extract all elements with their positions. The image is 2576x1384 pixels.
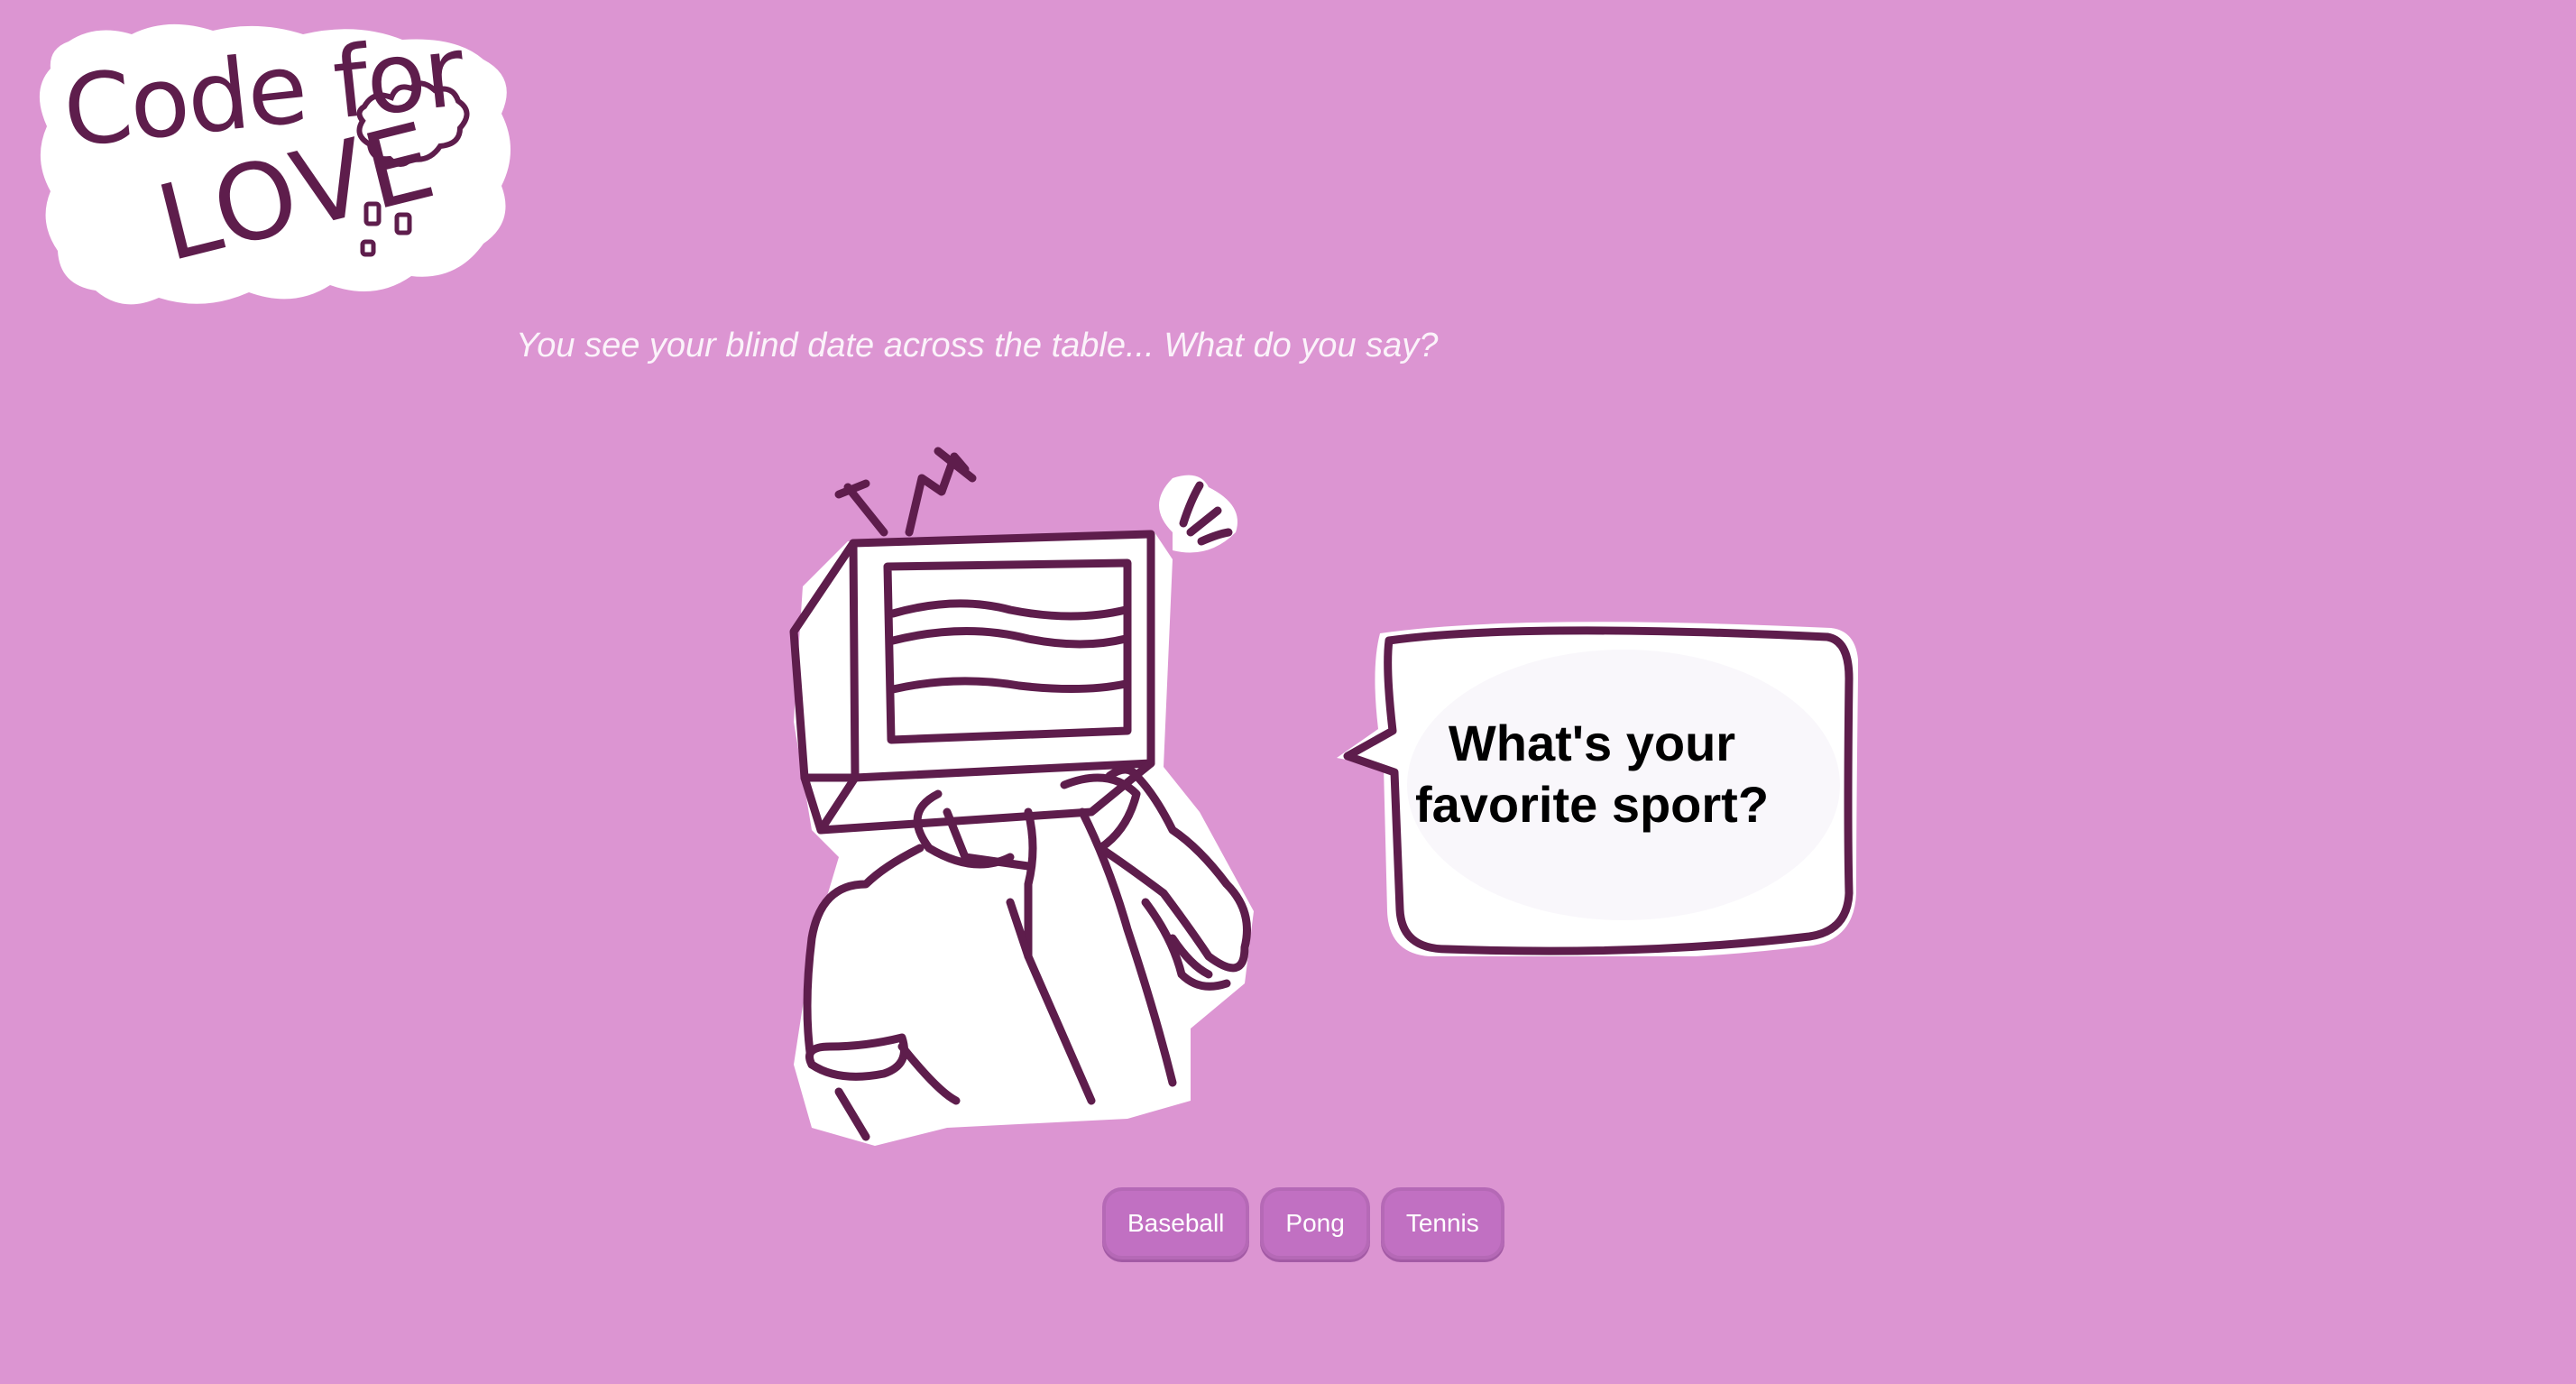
option-baseball-button[interactable]: Baseball [1102, 1187, 1250, 1259]
dialogue-options: Baseball Pong Tennis [1102, 1187, 1504, 1259]
sparkle-icon [1159, 475, 1237, 553]
option-pong-button[interactable]: Pong [1260, 1187, 1370, 1259]
tv-head-character [789, 447, 1254, 1146]
option-tennis-button[interactable]: Tennis [1380, 1187, 1504, 1259]
speech-bubble-question: What's your favorite sport? [1414, 715, 1770, 833]
